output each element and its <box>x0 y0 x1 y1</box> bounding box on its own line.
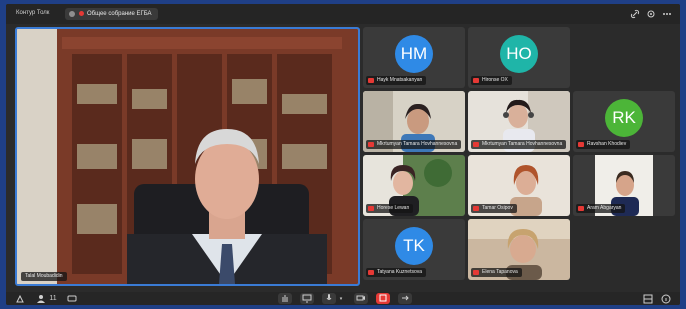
participant-name: Hironse OX <box>471 76 512 85</box>
speaker-video-frame <box>17 29 358 284</box>
meeting-name: Общее собрание ЕГБА <box>87 11 152 17</box>
participant-tile[interactable]: Mkrtumyan Tamara Hovhannesovna <box>468 91 570 152</box>
end-call-icon[interactable] <box>376 293 390 304</box>
control-bar: 11 ▾ <box>6 292 680 305</box>
microphone-icon[interactable] <box>322 293 336 304</box>
meeting-status-icon <box>69 11 75 17</box>
participant-tile[interactable]: Aram Abgaryan <box>573 155 675 216</box>
microphone-off-icon <box>473 270 479 275</box>
participant-name: Tatyana Kuznetsova <box>366 268 427 277</box>
screen-share-icon[interactable] <box>300 293 314 304</box>
participant-name: Elena Tapanova <box>471 268 522 277</box>
raise-hand-icon[interactable] <box>278 293 292 304</box>
participant-tile[interactable]: Horese Lewan <box>363 155 465 216</box>
avatar: TK <box>395 226 433 265</box>
microphone-off-icon <box>368 206 374 211</box>
participants-count: 11 <box>49 295 57 302</box>
microphone-off-icon <box>473 78 479 83</box>
microphone-off-icon <box>368 270 374 275</box>
chat-icon[interactable] <box>66 294 78 304</box>
participant-tile[interactable]: Tamar Osipov <box>468 155 570 216</box>
link-icon[interactable] <box>630 9 640 19</box>
avatar: HM <box>395 34 433 73</box>
more-icon[interactable] <box>662 9 672 19</box>
share-icon[interactable] <box>14 294 26 304</box>
participant-tile[interactable]: Elena Tapanova <box>468 219 570 280</box>
app-title: Контур Толк <box>16 10 50 16</box>
microphone-off-icon <box>473 142 479 147</box>
speaker-name: Talal Moubadidin <box>21 272 67 281</box>
participant-name: Aram Abgaryan <box>576 204 626 213</box>
conference-window: Контур Толк Общее собрание ЕГБА Talal Mo… <box>6 4 680 305</box>
participant-name: Mkrtumyan Tamara Hovhannesovna <box>471 140 567 149</box>
participant-name: Horese Lewan <box>366 204 414 213</box>
participant-name: Ravshan Khodiev <box>576 140 631 149</box>
layout-icon[interactable] <box>642 294 654 304</box>
chevron-down-icon[interactable]: ▾ <box>337 294 345 304</box>
record-indicator-icon <box>79 10 84 16</box>
participant-tile[interactable]: HO Hironse OX <box>468 27 570 88</box>
avatar: HO <box>500 34 538 73</box>
participant-tile[interactable]: RK Ravshan Khodiev <box>573 91 675 152</box>
participant-name: Tamar Osipov <box>471 204 517 213</box>
participant-tile[interactable]: TK Tatyana Kuznetsova <box>363 219 465 280</box>
participant-name: Mkrtumyan Tamara Hovhannesovna <box>366 140 462 149</box>
meeting-tab[interactable]: Общее собрание ЕГБА <box>65 8 158 20</box>
microphone-off-icon <box>578 206 584 211</box>
settings-icon[interactable] <box>646 9 656 19</box>
leave-icon[interactable] <box>398 293 412 304</box>
camera-off-icon[interactable] <box>354 293 368 304</box>
microphone-off-icon <box>368 78 374 83</box>
participants-icon[interactable] <box>36 294 48 304</box>
info-icon[interactable] <box>660 294 672 304</box>
participant-tile[interactable]: HM Hayk Mnatsakanyan <box>363 27 465 88</box>
microphone-off-icon <box>578 142 584 147</box>
microphone-off-icon <box>368 142 374 147</box>
avatar: RK <box>605 98 643 137</box>
participant-name: Hayk Mnatsakanyan <box>366 76 427 85</box>
top-bar: Контур Толк Общее собрание ЕГБА <box>6 4 680 24</box>
microphone-off-icon <box>473 206 479 211</box>
main-speaker-video[interactable]: Talal Moubadidin <box>15 27 360 286</box>
participant-tile[interactable]: Mkrtumyan Tamara Hovhannesovna <box>363 91 465 152</box>
